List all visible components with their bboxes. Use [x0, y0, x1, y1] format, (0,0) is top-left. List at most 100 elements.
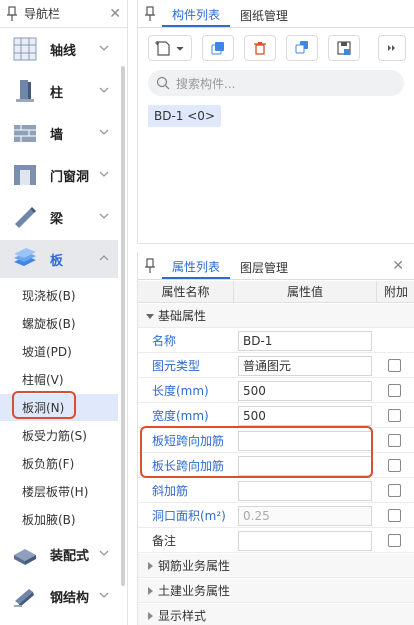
- copy-component-button[interactable]: [202, 35, 234, 61]
- group-label: 土建业务属性: [158, 584, 231, 598]
- beam-icon: [15, 207, 36, 228]
- sub-item-cast-slab[interactable]: 现浇板(B): [0, 282, 118, 309]
- axis-grid-icon: [13, 37, 37, 61]
- extra-checkbox[interactable]: [388, 484, 401, 497]
- property-row-length: 长度(mm) 500: [138, 379, 414, 403]
- export-component-button[interactable]: [328, 35, 360, 61]
- group-label: 钢筋业务属性: [158, 559, 231, 573]
- component-list-panel: 构件列表 图纸管理 搜索构件... BD-1 <0>: [137, 0, 414, 244]
- extra-checkbox[interactable]: [388, 459, 401, 472]
- nav-scrollbar[interactable]: [121, 66, 125, 586]
- door-window-icon: [14, 165, 36, 185]
- sub-item-floor-band[interactable]: 楼层板带(H): [0, 478, 118, 505]
- sub-item-slab-negative-rebar[interactable]: 板负筋(F): [0, 450, 118, 477]
- nav-category-label: 钢结构: [50, 590, 90, 606]
- nav-header: 导航栏 ✕: [0, 0, 127, 28]
- property-value-input[interactable]: [238, 531, 372, 551]
- nav-category-label: 柱: [50, 85, 64, 101]
- new-component-button[interactable]: [148, 35, 192, 61]
- sub-item-slab-haunch[interactable]: 板加腋(B): [0, 506, 118, 533]
- close-icon[interactable]: ✕: [109, 6, 121, 22]
- column-icon: [16, 80, 34, 102]
- copy-icon: [211, 42, 224, 55]
- sub-item-spiral-slab[interactable]: 螺旋板(B): [0, 310, 118, 337]
- nav-category-steel-structure[interactable]: 钢结构: [0, 577, 118, 615]
- property-name: 长度(mm): [152, 384, 209, 398]
- extra-checkbox[interactable]: [388, 434, 401, 447]
- chevron-down-icon[interactable]: [98, 126, 110, 138]
- search-input[interactable]: 搜索构件...: [176, 75, 235, 92]
- tab-property-list[interactable]: 属性列表: [162, 255, 231, 279]
- pin-icon[interactable]: [6, 5, 18, 22]
- component-panel-tabs: 构件列表 图纸管理: [138, 0, 414, 28]
- property-row-name: 名称 BD-1: [138, 329, 414, 353]
- nav-category-slab[interactable]: 板: [0, 240, 118, 278]
- nav-category-label: 墙: [50, 127, 64, 143]
- wall-icon: [14, 125, 36, 142]
- more-options-button[interactable]: [378, 35, 406, 61]
- group-display-style[interactable]: 显示样式: [138, 604, 414, 625]
- expand-triangle-icon: [148, 562, 153, 570]
- nav-category-axis[interactable]: 轴线: [0, 30, 118, 68]
- prefab-icon: [14, 549, 36, 565]
- layer-copy-icon: [295, 41, 308, 54]
- property-row-element-type: 图元类型 普通图元: [138, 354, 414, 378]
- nav-category-door-window[interactable]: 门窗洞: [0, 156, 118, 194]
- tab-drawing-management[interactable]: 图纸管理: [230, 3, 298, 27]
- property-row-diagonal-rebar: 斜加筋: [138, 479, 414, 503]
- tab-component-list[interactable]: 构件列表: [162, 3, 231, 27]
- property-value-input[interactable]: 普通图元: [238, 356, 372, 376]
- sub-item-column-cap[interactable]: 柱帽(V): [0, 366, 118, 393]
- property-value-input[interactable]: 500: [238, 381, 372, 401]
- steel-structure-icon: [14, 589, 34, 607]
- nav-category-prefab[interactable]: 装配式: [0, 535, 118, 573]
- property-name: 斜加筋: [152, 484, 189, 498]
- search-icon: [156, 76, 170, 90]
- double-arrow-right-icon: [388, 45, 395, 51]
- sub-item-ramp[interactable]: 坡道(PD): [0, 338, 118, 365]
- group-label: 基础属性: [158, 309, 207, 323]
- group-civil-business[interactable]: 土建业务属性: [138, 579, 414, 603]
- component-search-box[interactable]: 搜索构件...: [148, 70, 404, 96]
- nav-category-beam[interactable]: 梁: [0, 198, 118, 236]
- property-value-input[interactable]: [238, 481, 372, 501]
- property-value-input[interactable]: [238, 456, 372, 476]
- extra-checkbox[interactable]: [388, 534, 401, 547]
- property-name: 洞口面积(m²): [152, 509, 226, 523]
- property-value-input[interactable]: [238, 431, 372, 451]
- nav-category-wall[interactable]: 墙: [0, 114, 118, 152]
- property-value-input[interactable]: 500: [238, 406, 372, 426]
- group-rebar-business[interactable]: 钢筋业务属性: [138, 554, 414, 578]
- layer-copy-button[interactable]: [286, 35, 318, 61]
- tab-layer-management[interactable]: 图层管理: [230, 255, 298, 279]
- header-extra: 附加: [383, 285, 408, 299]
- property-row-long-span-rebar: 板长跨向加筋: [138, 454, 414, 478]
- property-name: 板长跨向加筋: [152, 459, 225, 473]
- property-row-remark: 备注: [138, 529, 414, 553]
- nav-title: 导航栏: [24, 7, 61, 21]
- chevron-down-icon[interactable]: [98, 84, 110, 96]
- group-basic-properties[interactable]: 基础属性: [138, 304, 414, 328]
- extra-checkbox[interactable]: [388, 409, 401, 422]
- pin-icon[interactable]: [144, 258, 156, 274]
- component-item-bd1[interactable]: BD-1 <0>: [148, 105, 221, 127]
- property-name: 图元类型: [152, 359, 201, 373]
- chevron-down-icon[interactable]: [98, 589, 110, 601]
- property-value-input[interactable]: BD-1: [238, 331, 372, 351]
- extra-checkbox[interactable]: [388, 509, 401, 522]
- pin-icon[interactable]: [144, 6, 156, 22]
- sub-item-slab-rebar[interactable]: 板受力筋(S): [0, 422, 118, 449]
- close-icon[interactable]: ✕: [392, 258, 404, 274]
- delete-component-button[interactable]: [244, 35, 276, 61]
- chevron-down-icon[interactable]: [98, 547, 110, 559]
- chevron-down-icon[interactable]: [98, 42, 110, 54]
- nav-category-column[interactable]: 柱: [0, 72, 118, 110]
- extra-checkbox[interactable]: [388, 359, 401, 372]
- expand-triangle-icon: [148, 612, 153, 620]
- extra-checkbox[interactable]: [388, 384, 401, 397]
- chevron-up-icon[interactable]: [98, 252, 110, 264]
- chevron-down-icon[interactable]: [98, 168, 110, 180]
- chevron-down-icon[interactable]: [98, 210, 110, 222]
- sub-item-slab-hole[interactable]: 板洞(N): [0, 394, 118, 421]
- header-property-name: 属性名称: [138, 281, 234, 303]
